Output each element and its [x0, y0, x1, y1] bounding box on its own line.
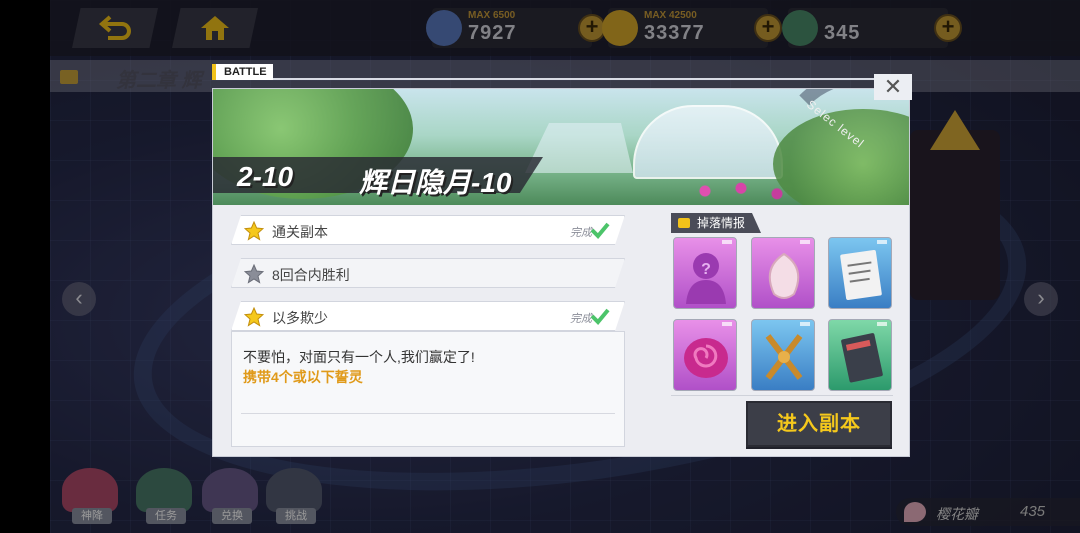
- stage-banner: Selec level 2-10 辉日隐月-10: [213, 89, 909, 205]
- stage-dialog: BATTLE Selec level 2-10 辉日隐月-10 通关副本 完成 …: [212, 64, 912, 457]
- star-icon: [244, 221, 264, 241]
- objective-3: 以多欺少 完成: [231, 301, 625, 331]
- drop-unknown[interactable]: ?: [673, 237, 737, 309]
- chest-icon: [678, 218, 690, 228]
- enter-stage-button[interactable]: 进入副本: [746, 401, 892, 447]
- description-text: 不要怕，对面只有一个人,我们赢定了!: [243, 349, 475, 365]
- book-icon: [841, 333, 883, 383]
- stage-name: 辉日隐月-10: [359, 167, 512, 198]
- check-icon: [590, 307, 610, 325]
- objective-text: 通关副本: [272, 224, 328, 240]
- star-icon: [244, 307, 264, 327]
- rarity-tag: [877, 322, 887, 326]
- drops-title: 掉落情报: [697, 216, 746, 230]
- rarity-tag: [722, 322, 732, 326]
- objective-2: 8回合内胜利: [231, 258, 625, 288]
- drop-scroll[interactable]: [828, 237, 892, 309]
- close-button[interactable]: ✕: [874, 74, 912, 100]
- weapon-icon: [765, 334, 803, 380]
- objective-status: 完成: [570, 227, 592, 239]
- rarity-tag: [800, 322, 810, 326]
- divider: [671, 395, 893, 396]
- objective-text: 8回合内胜利: [272, 267, 350, 283]
- dialog-top-line: [212, 78, 892, 80]
- star-empty-icon: [244, 264, 264, 284]
- drop-orb[interactable]: [673, 319, 737, 391]
- banner-greenhouse: [633, 105, 783, 179]
- level-ring: [773, 89, 909, 205]
- rarity-tag: [722, 240, 732, 244]
- objective-1: 通关副本 完成: [231, 215, 625, 245]
- drops-header: 掉落情报: [671, 213, 761, 233]
- svg-text:?: ?: [701, 261, 711, 278]
- objective-text: 以多欺少: [272, 310, 328, 326]
- check-icon: [590, 221, 610, 239]
- drop-weapon[interactable]: [751, 319, 815, 391]
- stage-number: 2-10: [237, 161, 294, 192]
- divider: [241, 413, 615, 414]
- petal-icon: [768, 252, 800, 299]
- drop-book[interactable]: [828, 319, 892, 391]
- battle-tab: BATTLE: [212, 64, 273, 80]
- mystery-silhouette-icon: ?: [686, 253, 726, 304]
- scroll-icon: [840, 249, 882, 301]
- dialog-panel: Selec level 2-10 辉日隐月-10 通关副本 完成 8回合内胜利 …: [212, 88, 910, 457]
- drop-petal[interactable]: [751, 237, 815, 309]
- condition-text: 携带4个或以下誓灵: [243, 369, 363, 385]
- rarity-tag: [800, 240, 810, 244]
- swirl-orb-icon: [684, 338, 728, 378]
- objective-status: 完成: [570, 313, 592, 325]
- rarity-tag: [877, 240, 887, 244]
